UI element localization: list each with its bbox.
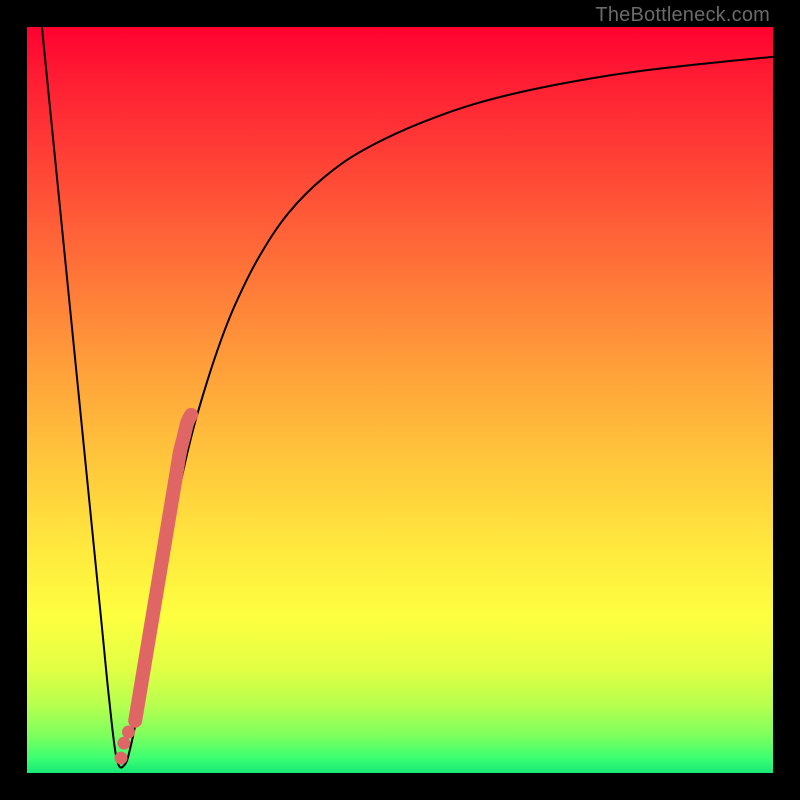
chart-svg (27, 27, 773, 773)
chart-frame: TheBottleneck.com (0, 0, 800, 800)
marker-dot (122, 725, 135, 738)
attribution-watermark: TheBottleneck.com (595, 4, 770, 27)
highlight-segment (135, 415, 191, 721)
marker-dot (117, 737, 130, 750)
highlight-layer (135, 415, 191, 721)
plot-area (27, 27, 773, 773)
marker-dot (114, 752, 127, 765)
